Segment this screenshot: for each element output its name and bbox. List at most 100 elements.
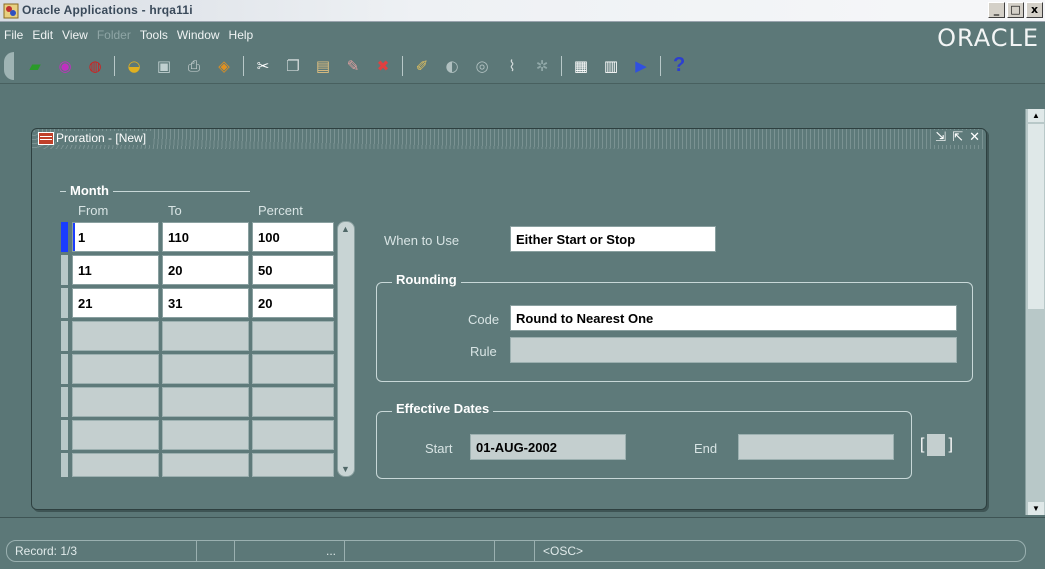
translations-icon[interactable]: ◎ bbox=[471, 55, 493, 77]
paste-icon[interactable]: ▤ bbox=[312, 55, 334, 77]
code-field[interactable]: Round to Nearest One bbox=[510, 305, 957, 331]
form-minimize-icon[interactable]: ⇲ bbox=[935, 130, 946, 145]
row-indicator[interactable] bbox=[61, 354, 68, 384]
zoom-icon[interactable]: ◐ bbox=[441, 55, 463, 77]
scroll-thumb[interactable] bbox=[1028, 124, 1044, 309]
toolbar-separator bbox=[402, 55, 403, 76]
new-record-icon[interactable]: ▰ bbox=[24, 55, 46, 77]
when-to-use-label: When to Use bbox=[384, 233, 460, 248]
copy-icon[interactable]: ❐ bbox=[282, 55, 304, 77]
cut-icon[interactable]: ✂ bbox=[252, 55, 274, 77]
toolbar: ▰ ◉ ◍ ◒ ▣ ⎙ ◈ ✂ ❐ ▤ ✎ ✖ ✐ ◐ ◎ ⌇ ✲ ▦ ▥ ▶ … bbox=[0, 48, 1045, 84]
to-cell-empty[interactable] bbox=[162, 453, 249, 477]
rows-scroll-up-icon[interactable]: ▲ bbox=[341, 224, 350, 234]
code-label: Code bbox=[468, 312, 500, 327]
open-folder-icon[interactable]: ◒ bbox=[123, 55, 145, 77]
menu-edit[interactable]: Edit bbox=[30, 28, 60, 42]
percent-cell-empty[interactable] bbox=[252, 420, 334, 450]
toolbar-separator bbox=[114, 55, 115, 76]
help-icon[interactable]: ? bbox=[673, 54, 685, 77]
row-indicator[interactable] bbox=[61, 255, 68, 285]
from-cell[interactable]: 1 bbox=[72, 222, 159, 252]
close-form-icon[interactable]: ◈ bbox=[213, 55, 235, 77]
folder-tools-icon[interactable]: ✲ bbox=[531, 55, 553, 77]
to-cell-empty[interactable] bbox=[162, 321, 249, 351]
to-cell-empty[interactable] bbox=[162, 387, 249, 417]
menu-window[interactable]: Window bbox=[175, 28, 227, 42]
month-group-label: Month bbox=[66, 183, 113, 198]
menu-view[interactable]: View bbox=[60, 28, 95, 42]
to-cell[interactable]: 20 bbox=[162, 255, 249, 285]
maximize-button[interactable]: □ bbox=[1007, 2, 1024, 18]
form-close-icon[interactable]: ✕ bbox=[969, 130, 980, 145]
from-column-header: From bbox=[78, 203, 109, 218]
new-row-icon[interactable]: ✎ bbox=[342, 55, 364, 77]
menu-tools[interactable]: Tools bbox=[138, 28, 175, 42]
row-indicator[interactable] bbox=[61, 453, 68, 477]
to-cell-empty[interactable] bbox=[162, 354, 249, 384]
descriptive-flexfield[interactable]: [] bbox=[920, 434, 953, 456]
percent-cell-empty[interactable] bbox=[252, 387, 334, 417]
form-maximize-icon[interactable]: ⇱ bbox=[952, 130, 963, 145]
end-date-field bbox=[738, 434, 894, 460]
edit-field-icon[interactable]: ✐ bbox=[411, 55, 433, 77]
calendar-icon[interactable]: ▦ bbox=[570, 55, 592, 77]
oracle-app-icon bbox=[3, 3, 19, 19]
from-cell[interactable]: 11 bbox=[72, 255, 159, 285]
rows-scrollbar[interactable]: ▲ ▼ bbox=[337, 221, 355, 477]
row-indicator[interactable] bbox=[61, 387, 68, 417]
to-cell-empty[interactable] bbox=[162, 420, 249, 450]
row-indicator[interactable] bbox=[61, 420, 68, 450]
rule-field bbox=[510, 337, 957, 363]
export-icon[interactable]: ▶ bbox=[630, 55, 652, 77]
from-cell-empty[interactable] bbox=[72, 321, 159, 351]
to-cell[interactable]: 31 bbox=[162, 288, 249, 318]
delete-row-icon[interactable]: ✖ bbox=[372, 55, 394, 77]
rows-scroll-down-icon[interactable]: ▼ bbox=[341, 464, 350, 474]
from-cell-empty[interactable] bbox=[72, 354, 159, 384]
end-label: End bbox=[694, 441, 718, 456]
menu-help[interactable]: Help bbox=[227, 28, 261, 42]
list-of-values-indicator: ... bbox=[235, 540, 345, 562]
find-icon[interactable]: ◉ bbox=[54, 55, 76, 77]
window-icon[interactable]: ▥ bbox=[600, 55, 622, 77]
from-cell[interactable]: 21 bbox=[72, 288, 159, 318]
workspace-scrollbar[interactable]: ▲ ▼ bbox=[1025, 109, 1045, 515]
toolbar-cap bbox=[4, 51, 14, 80]
from-cell-empty[interactable] bbox=[72, 453, 159, 477]
rule-label: Rule bbox=[470, 344, 497, 359]
menu-bar: File Edit View Folder Tools Window Help bbox=[0, 22, 1045, 48]
start-label: Start bbox=[425, 441, 453, 456]
row-indicator[interactable] bbox=[61, 288, 68, 318]
close-button[interactable]: x bbox=[1026, 2, 1043, 18]
when-to-use-field[interactable]: Either Start or Stop bbox=[510, 226, 716, 252]
percent-cell-empty[interactable] bbox=[252, 453, 334, 477]
scroll-up-icon[interactable]: ▲ bbox=[1028, 109, 1044, 122]
rounding-group-label: Rounding bbox=[392, 272, 461, 287]
row-indicator[interactable] bbox=[61, 321, 68, 351]
current-row-indicator[interactable] bbox=[61, 222, 68, 252]
minimize-button[interactable]: _ bbox=[988, 2, 1005, 18]
percent-cell-empty[interactable] bbox=[252, 354, 334, 384]
menu-folder: Folder bbox=[96, 28, 131, 42]
save-icon[interactable]: ▣ bbox=[153, 55, 175, 77]
flexfield-box[interactable] bbox=[927, 434, 946, 456]
form-icon bbox=[38, 132, 54, 145]
scroll-down-icon[interactable]: ▼ bbox=[1028, 502, 1044, 515]
status-segment bbox=[495, 540, 535, 562]
percent-cell[interactable]: 20 bbox=[252, 288, 334, 318]
status-bar: Record: 1/3 ... <OSC> bbox=[0, 517, 1045, 569]
percent-cell[interactable]: 100 bbox=[252, 222, 334, 252]
status-segment bbox=[197, 540, 235, 562]
osc-indicator: <OSC> bbox=[543, 544, 584, 558]
to-cell[interactable]: 110 bbox=[162, 222, 249, 252]
from-cell-empty[interactable] bbox=[72, 387, 159, 417]
menu-file[interactable]: File bbox=[2, 28, 30, 42]
from-cell-empty[interactable] bbox=[72, 420, 159, 450]
start-date-field: 01-AUG-2002 bbox=[470, 434, 626, 460]
print-icon[interactable]: ⎙ bbox=[183, 55, 205, 77]
percent-cell-empty[interactable] bbox=[252, 321, 334, 351]
navigator-icon[interactable]: ◍ bbox=[84, 55, 106, 77]
percent-cell[interactable]: 50 bbox=[252, 255, 334, 285]
attachments-icon[interactable]: ⌇ bbox=[501, 55, 523, 77]
